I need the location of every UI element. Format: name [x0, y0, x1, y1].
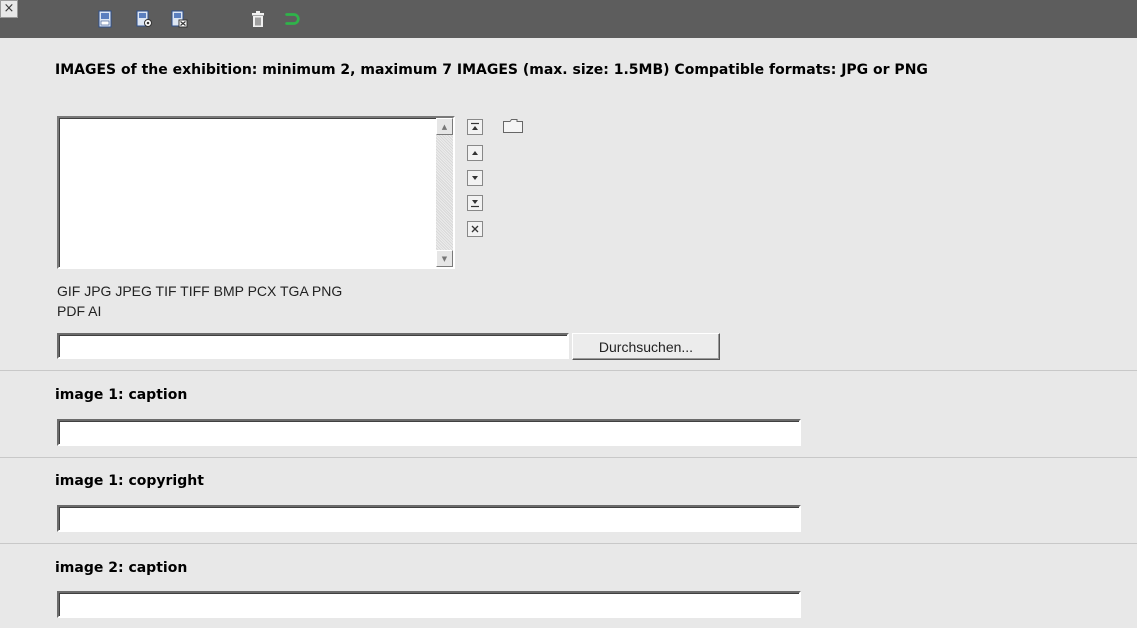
images-field-label: IMAGES of the exhibition: minimum 2, max…: [55, 62, 928, 78]
scroll-down-icon[interactable]: ▼: [436, 250, 453, 267]
save-icon[interactable]: [96, 10, 114, 28]
field-label-image2-caption: image 2: caption: [55, 560, 188, 576]
image1-copyright-input[interactable]: [57, 505, 801, 532]
file-path-input[interactable]: [57, 333, 569, 359]
move-up-icon[interactable]: [467, 145, 483, 161]
move-down-icon[interactable]: [467, 170, 483, 186]
folder-icon[interactable]: [502, 118, 524, 134]
images-listbox[interactable]: ▲ ▼: [57, 116, 455, 269]
image2-caption-input[interactable]: [57, 591, 801, 618]
delete-icon[interactable]: [249, 10, 267, 28]
move-to-bottom-icon[interactable]: [467, 195, 483, 211]
scroll-up-icon[interactable]: ▲: [436, 118, 453, 135]
listbox-scrollbar[interactable]: ▲ ▼: [436, 118, 453, 267]
divider: [0, 543, 1137, 544]
field-label-image1-copyright: image 1: copyright: [55, 473, 204, 489]
browse-button[interactable]: Durchsuchen...: [572, 333, 720, 360]
formats-line-1: GIF JPG JPEG TIF TIFF BMP PCX TGA PNG: [57, 283, 343, 299]
move-to-top-icon[interactable]: [467, 119, 483, 135]
save-view-icon[interactable]: [135, 10, 153, 28]
divider: [0, 457, 1137, 458]
undo-icon[interactable]: [283, 10, 301, 28]
save-close-icon[interactable]: [170, 10, 188, 28]
formats-line-2: PDF AI: [57, 303, 102, 319]
remove-item-icon[interactable]: [467, 221, 483, 237]
image1-caption-input[interactable]: [57, 419, 801, 446]
toolbar: ×: [0, 0, 1137, 39]
close-icon[interactable]: ×: [0, 0, 18, 18]
divider: [0, 370, 1137, 371]
field-label-image1-caption: image 1: caption: [55, 387, 188, 403]
